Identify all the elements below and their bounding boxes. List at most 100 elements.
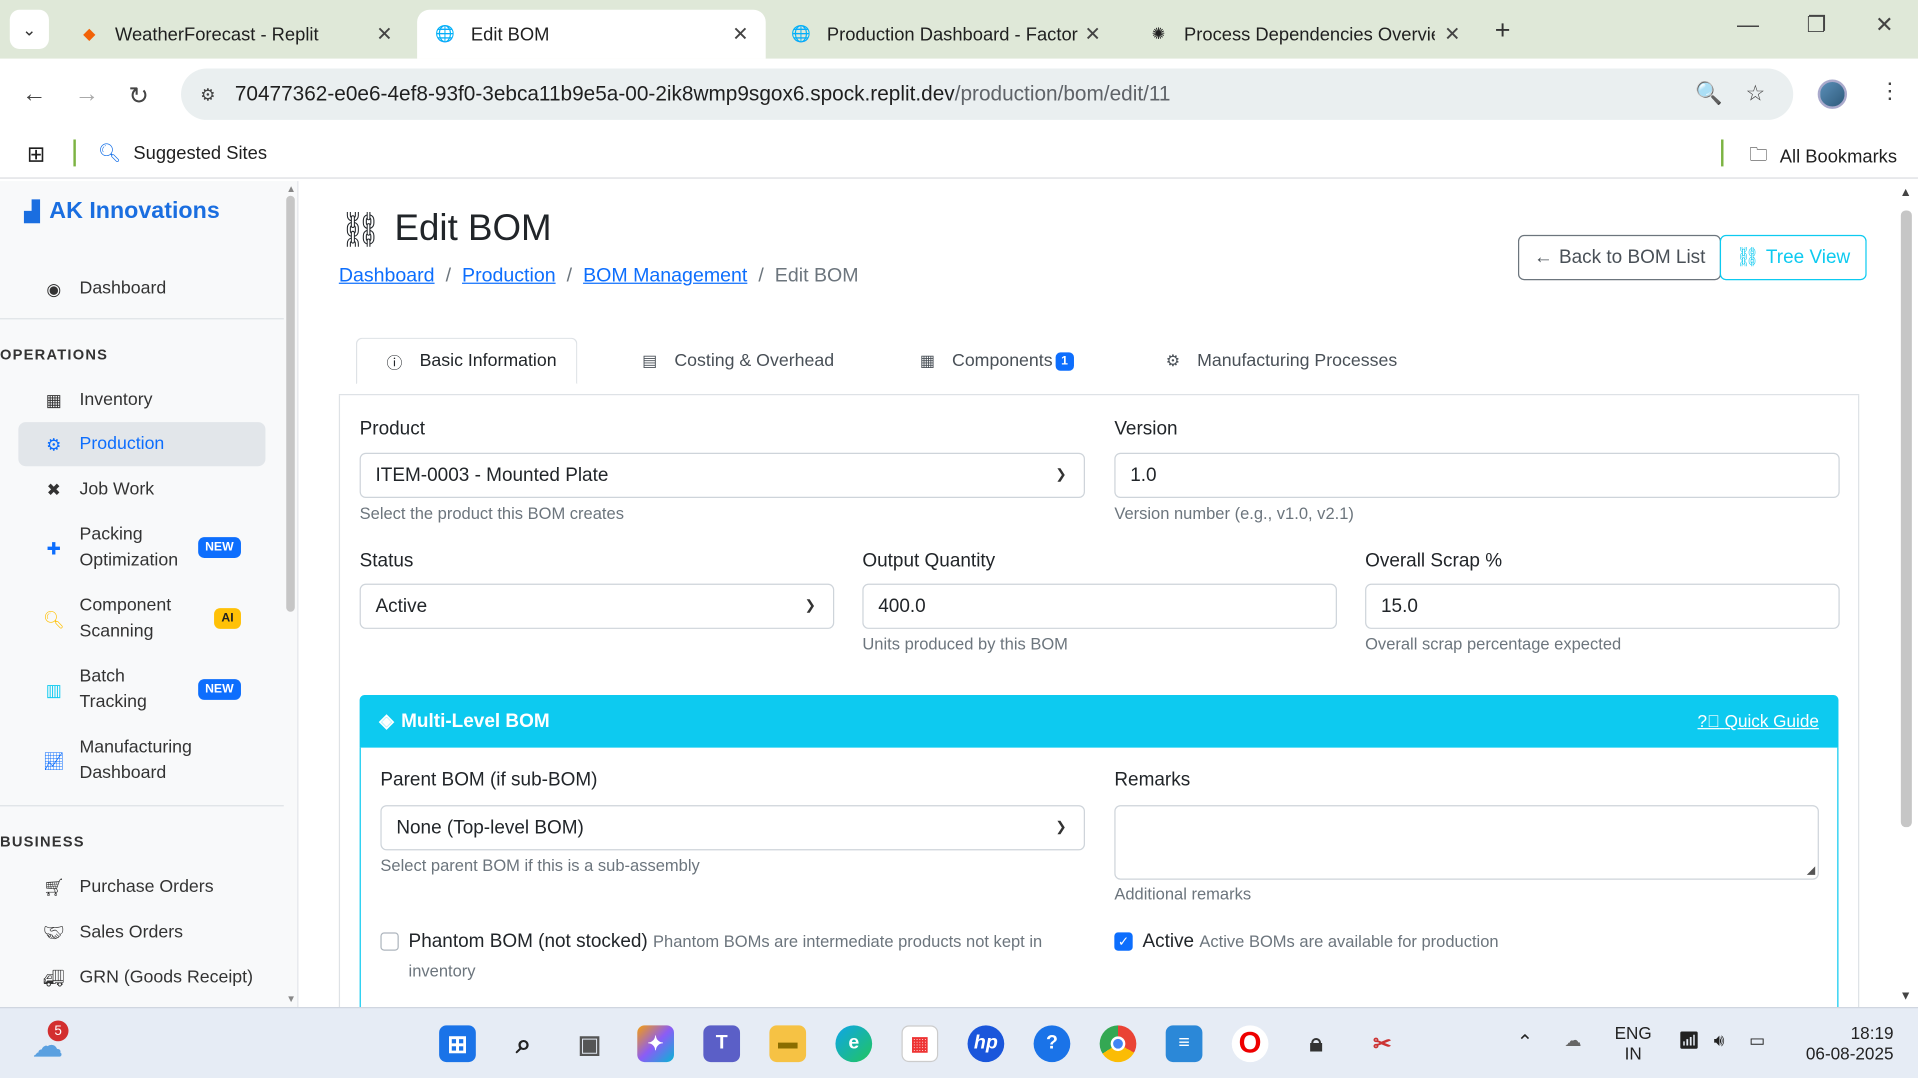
all-bookmarks[interactable]: 🗀 All Bookmarks (1749, 142, 1897, 173)
wifi-icon[interactable]: 📶︎ (1678, 1030, 1700, 1051)
sidebar-item-dashboard[interactable]: ◉ Dashboard (18, 274, 265, 303)
main-content: ⛓ Edit BOM Dashboard / Production / BOM … (300, 181, 1899, 1008)
tab-manufacturing-processes[interactable]: ⚙ Manufacturing Processes (1166, 338, 1398, 384)
onedrive-icon[interactable]: ☁ (1564, 1030, 1581, 1051)
zoom-icon[interactable]: 🔍 (1695, 81, 1722, 107)
product-select[interactable]: ITEM-0003 - Mounted Plate ❯ (359, 452, 1085, 499)
store-icon[interactable]: ▦ (901, 1025, 939, 1063)
search-icon[interactable]: ⌕ (505, 1025, 542, 1062)
menu-icon[interactable]: ⋮ (1879, 78, 1901, 104)
sidebar-scrollbar[interactable] (286, 195, 295, 612)
copilot-icon[interactable]: ✦ (637, 1025, 674, 1063)
breadcrumb-bom-management-link[interactable]: BOM Management (583, 266, 747, 288)
tab-costing-overhead[interactable]: ▤ Costing & Overhead (642, 338, 834, 384)
cart-icon: 🛒︎ (42, 876, 65, 897)
sidebar-item-inventory[interactable]: ▦ Inventory (18, 384, 265, 416)
bookmark-suggested-sites[interactable]: 🔍︎ Suggested Sites (98, 142, 267, 164)
parent-bom-help: Select parent BOM if this is a sub-assem… (380, 856, 700, 875)
parent-bom-select[interactable]: None (Top-level BOM) ❯ (380, 805, 1085, 851)
active-checkbox[interactable]: ✓ (1114, 932, 1133, 951)
tab-search-button[interactable]: ⌄ (9, 9, 49, 49)
help-icon[interactable]: ? (1033, 1025, 1071, 1063)
scrap-input[interactable]: 15.0 (1365, 583, 1840, 629)
back-to-bom-list-button[interactable]: ← Back to BOM List (1517, 234, 1722, 281)
tab-title: Edit BOM (470, 23, 550, 45)
page-scrollbar[interactable] (1900, 210, 1912, 828)
volume-icon[interactable]: 🔊︎ (1714, 1030, 1725, 1051)
output-quantity-help: Units produced by this BOM (862, 635, 1068, 654)
tree-view-button[interactable]: ⛓ Tree View (1719, 234, 1867, 281)
sidebar-item-production[interactable]: ⚙ Production (18, 422, 266, 467)
close-tab-icon[interactable]: ✕ (1444, 22, 1460, 46)
reload-icon[interactable]: ↻ (128, 81, 149, 112)
snipping-tool-icon[interactable]: ✂ (1364, 1025, 1401, 1062)
form-tabs: ⓘ Basic Information ▤ Costing & Overhead… (338, 337, 1860, 396)
sidebar-item-sales-orders[interactable]: 🤝︎ Sales Orders (18, 916, 265, 948)
close-tab-icon[interactable]: ✕ (1084, 22, 1100, 46)
tab-components[interactable]: ▦ Components 1 (920, 338, 1075, 384)
resize-grip-icon[interactable]: ◢ (1807, 864, 1815, 877)
close-tab-icon[interactable]: ✕ (732, 22, 748, 46)
browser-tab[interactable]: 🌐 Production Dashboard - Factory ✕ (773, 10, 1118, 59)
breadcrumb-production-link[interactable]: Production (462, 266, 556, 288)
address-bar[interactable]: ⚙ 70477362-e0e6-4ef8-93f0-3ebca11b9e5a-0… (181, 68, 1794, 120)
version-input[interactable]: 1.0 (1114, 452, 1840, 499)
back-arrow-icon[interactable]: ← (22, 81, 46, 109)
hp-icon[interactable]: hp (967, 1025, 1005, 1063)
sidebar-scroll-up-icon[interactable]: ▲ (286, 184, 296, 195)
page-scroll-down-icon[interactable]: ▼ (1900, 990, 1912, 1003)
phantom-bom-checkbox[interactable] (380, 932, 399, 951)
browser-tab[interactable]: ◆ WeatherForecast - Replit ✕ (61, 10, 410, 59)
forward-arrow-icon[interactable]: → (75, 81, 99, 109)
restore-icon[interactable]: ❐ (1807, 12, 1827, 38)
output-quantity-input[interactable]: 400.0 (862, 583, 1337, 629)
new-tab-icon[interactable]: + (1495, 15, 1511, 47)
teams-icon[interactable]: T (703, 1025, 741, 1063)
edge-icon[interactable]: e (835, 1025, 873, 1063)
remarks-textarea[interactable]: ◢ (1114, 805, 1819, 880)
sidebar-item-batch-tracking[interactable]: ▥ Batch Tracking NEW (18, 663, 265, 717)
site-info-icon[interactable]: ⚙ (193, 80, 222, 109)
sidebar-item-component-scanning[interactable]: 🔍︎ Component Scanning AI (18, 592, 265, 646)
breadcrumb-dashboard-link[interactable]: Dashboard (339, 266, 435, 288)
file-explorer-icon[interactable]: ▬ (769, 1025, 807, 1063)
opera-icon[interactable]: O (1231, 1025, 1269, 1063)
task-view-icon[interactable]: ▣ (571, 1025, 608, 1062)
minimize-icon[interactable]: — (1737, 12, 1759, 38)
brand-logo[interactable]: ▟ AK Innovations (24, 198, 219, 225)
language-indicator[interactable]: ENG IN (1615, 1023, 1652, 1065)
tab-basic-information[interactable]: ⓘ Basic Information (355, 337, 578, 385)
truck-icon: 🚚︎ (42, 967, 65, 987)
browser-tab[interactable]: ✺ Process Dependencies Overview ✕ (1130, 10, 1477, 59)
bookmarks-divider (1721, 139, 1724, 167)
clock[interactable]: 18:19 06-08-2025 (1798, 1023, 1894, 1065)
basic-information-panel: Product ITEM-0003 - Mounted Plate ❯ Sele… (338, 395, 1860, 1008)
star-icon[interactable]: ☆ (1746, 81, 1766, 107)
notepad-icon[interactable]: ≡ (1165, 1025, 1203, 1063)
lock-icon[interactable]: 🔒︎ (1298, 1025, 1335, 1062)
sidebar-item-grn[interactable]: 🚚︎ GRN (Goods Receipt) (18, 962, 265, 994)
sidebar-scroll-down-icon[interactable]: ▼ (286, 994, 296, 1005)
battery-icon[interactable]: ▭ (1749, 1030, 1765, 1051)
status-select[interactable]: Active ❯ (359, 583, 835, 629)
sidebar-item-manufacturing-dashboard[interactable]: 📈︎ Manufacturing Dashboard (18, 734, 265, 788)
output-quantity-label: Output Quantity (862, 550, 996, 572)
sidebar-item-job-work[interactable]: ✖ Job Work (18, 474, 265, 506)
new-badge: NEW (197, 537, 241, 558)
apps-grid-icon[interactable]: ⊞ (27, 142, 45, 168)
profile-avatar[interactable] (1817, 79, 1848, 109)
window-close-icon[interactable]: ✕ (1875, 12, 1893, 38)
quick-guide-link[interactable]: ?⃝ Quick Guide (1698, 711, 1819, 731)
browser-tab-active[interactable]: 🌐 Edit BOM ✕ (417, 9, 766, 59)
chrome-icon[interactable] (1099, 1025, 1137, 1063)
industry-icon: ▟ (24, 201, 40, 223)
handshake-icon: 🤝︎ (42, 921, 65, 942)
version-label: Version (1114, 418, 1178, 440)
windows-start-icon[interactable]: ⊞ (439, 1025, 476, 1063)
sidebar-item-packing-optimization[interactable]: ✚ Packing Optimization NEW (18, 521, 265, 575)
chevron-up-icon[interactable]: ⌃ (1517, 1030, 1533, 1054)
sidebar-item-purchase-orders[interactable]: 🛒︎ Purchase Orders (18, 871, 265, 903)
remarks-label: Remarks (1114, 769, 1191, 791)
page-scroll-up-icon[interactable]: ▲ (1900, 186, 1912, 199)
close-tab-icon[interactable]: ✕ (376, 22, 392, 46)
